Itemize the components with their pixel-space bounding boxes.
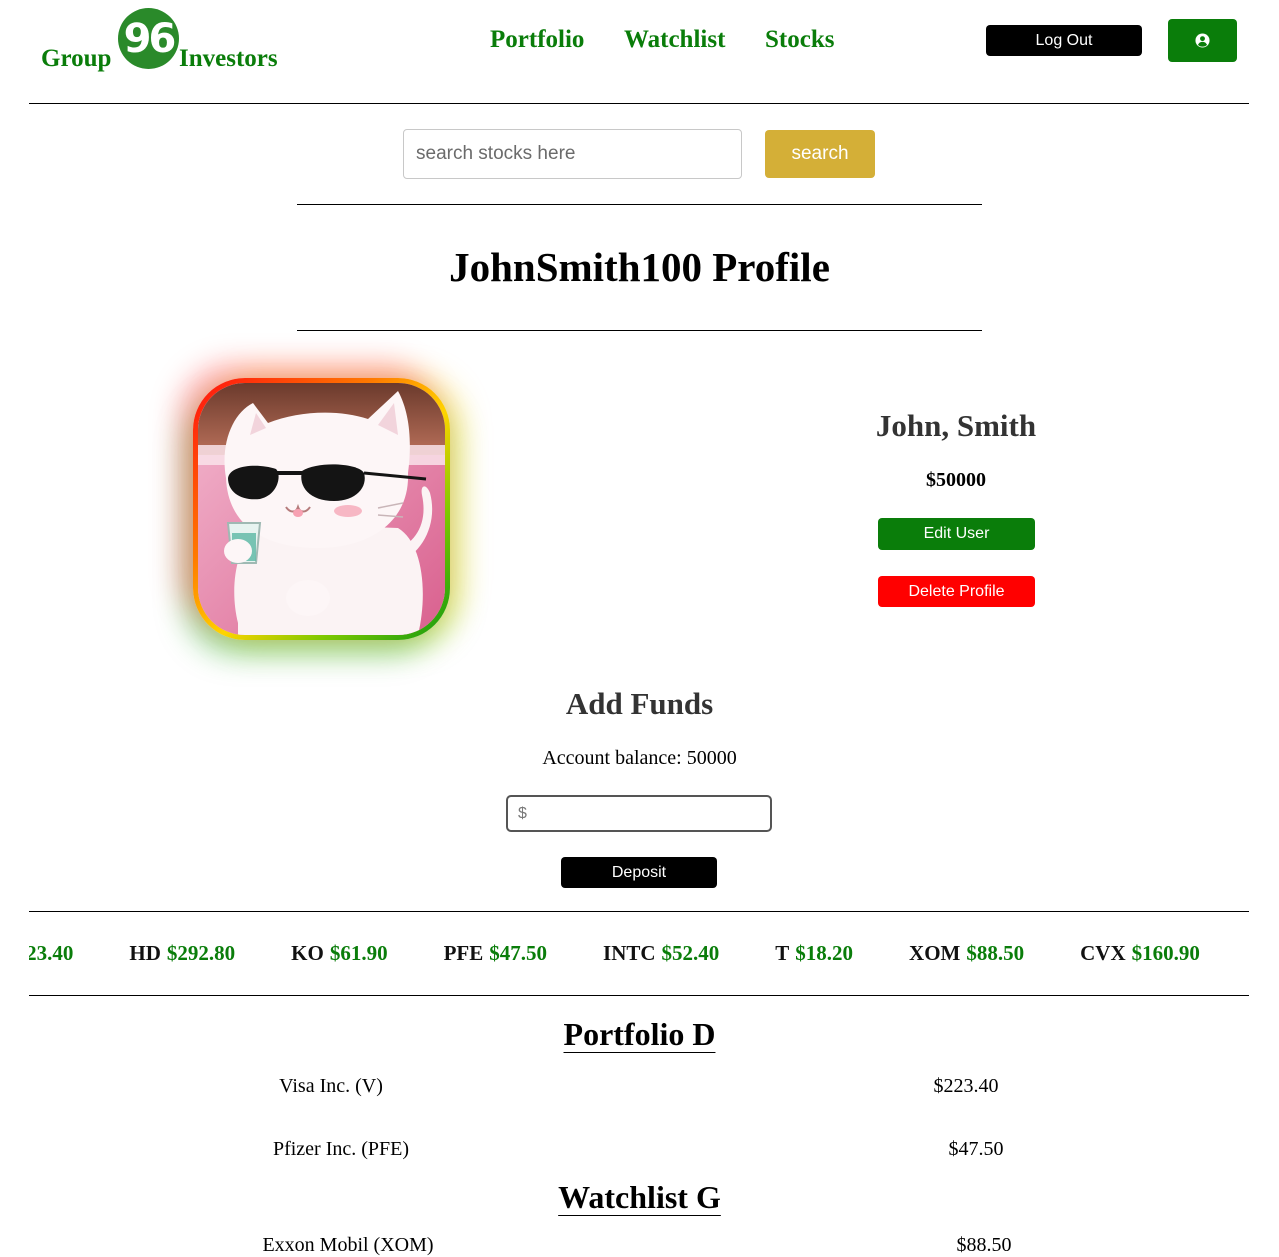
user-full-name: John, Smith xyxy=(875,408,1037,443)
avatar-frame xyxy=(193,378,450,640)
cat-avatar-image xyxy=(198,383,445,635)
ticker-price: $61.90 xyxy=(329,941,388,965)
account-balance-text: Account balance: 50000 xyxy=(542,747,737,769)
logo-text-left[interactable]: Group xyxy=(41,45,111,73)
search-divider xyxy=(297,204,982,205)
page-title: JohnSmith100 Profile xyxy=(449,244,830,290)
portfolio-heading[interactable]: Portfolio D xyxy=(0,1016,1279,1053)
logo-text-right[interactable]: Investors xyxy=(179,45,278,73)
ticker-item[interactable]: XOM $88.50 xyxy=(909,941,1024,966)
ticker-symbol: PFE xyxy=(443,941,484,965)
ticker-item[interactable]: PFE $47.50 xyxy=(444,941,547,966)
ticker-item[interactable]: INTC $52.40 xyxy=(603,941,719,966)
avatar xyxy=(198,383,445,635)
watchlist-heading-text[interactable]: Watchlist G xyxy=(558,1179,721,1215)
nav-stocks[interactable]: Stocks xyxy=(765,26,834,54)
ticker-symbol: CVX xyxy=(1080,941,1126,965)
watchlist-item-price: $88.50 xyxy=(956,1234,1012,1256)
nav-watchlist[interactable]: Watchlist xyxy=(624,26,725,54)
ticker-symbol: KO xyxy=(291,941,324,965)
search-input[interactable] xyxy=(403,129,742,179)
ticker-price: $52.40 xyxy=(661,941,720,965)
watchlist-heading[interactable]: Watchlist G xyxy=(0,1179,1279,1216)
ticker-symbol: HD xyxy=(129,941,161,965)
profile-button[interactable] xyxy=(1168,19,1237,62)
add-funds-heading: Add Funds xyxy=(565,686,714,721)
ticker-bottom-divider xyxy=(29,995,1249,996)
user-balance: $50000 xyxy=(926,469,986,491)
ticker-price: $88.50 xyxy=(966,941,1025,965)
ticker-price: $47.50 xyxy=(489,941,548,965)
portfolio-heading-text[interactable]: Portfolio D xyxy=(564,1016,716,1052)
ticker-symbol: XOM xyxy=(909,941,961,965)
header-divider xyxy=(29,103,1249,104)
ticker-item[interactable]: CVX $160.90 xyxy=(1080,941,1200,966)
user-circle-icon xyxy=(1195,33,1210,48)
watchlist-item-name[interactable]: Exxon Mobil (XOM) xyxy=(198,1234,498,1257)
portfolio-item-name[interactable]: Visa Inc. (V) xyxy=(181,1075,481,1098)
search-button[interactable]: search xyxy=(765,130,875,178)
edit-user-button[interactable]: Edit User xyxy=(878,518,1035,550)
logo-badge[interactable]: 96 xyxy=(118,8,179,69)
nav-portfolio[interactable]: Portfolio xyxy=(490,26,584,54)
ticker-symbol: INTC xyxy=(603,941,656,965)
portfolio-item-name[interactable]: Pfizer Inc. (PFE) xyxy=(191,1138,491,1161)
ticker-track: V$223.40 HD$292.80 KO$61.90 PFE$47.50 IN… xyxy=(29,941,1249,966)
logout-button[interactable]: Log Out xyxy=(986,25,1142,56)
title-divider xyxy=(297,330,982,331)
ticker-item[interactable]: V$223.40 xyxy=(29,941,73,966)
ticker-item[interactable]: T $18.20 xyxy=(775,941,853,966)
header: Group 96 Investors Portfolio Watchlist S… xyxy=(0,0,1279,104)
deposit-amount-input[interactable] xyxy=(506,795,772,832)
ticker-price: $160.90 xyxy=(1131,941,1200,965)
ticker-item[interactable]: KO $61.90 xyxy=(291,941,387,966)
stock-ticker: V$223.40 HD$292.80 KO$61.90 PFE$47.50 IN… xyxy=(29,912,1249,995)
ticker-item[interactable]: HD $292.80 xyxy=(129,941,235,966)
delete-profile-button[interactable]: Delete Profile xyxy=(878,576,1035,607)
ticker-price: $223.40 xyxy=(29,941,74,965)
deposit-button[interactable]: Deposit xyxy=(561,857,717,888)
ticker-price: $292.80 xyxy=(166,941,236,965)
ticker-symbol: T xyxy=(775,941,790,965)
portfolio-item-price: $223.40 xyxy=(933,1075,999,1097)
ticker-price: $18.20 xyxy=(795,941,854,965)
portfolio-item-price: $47.50 xyxy=(948,1138,1004,1160)
